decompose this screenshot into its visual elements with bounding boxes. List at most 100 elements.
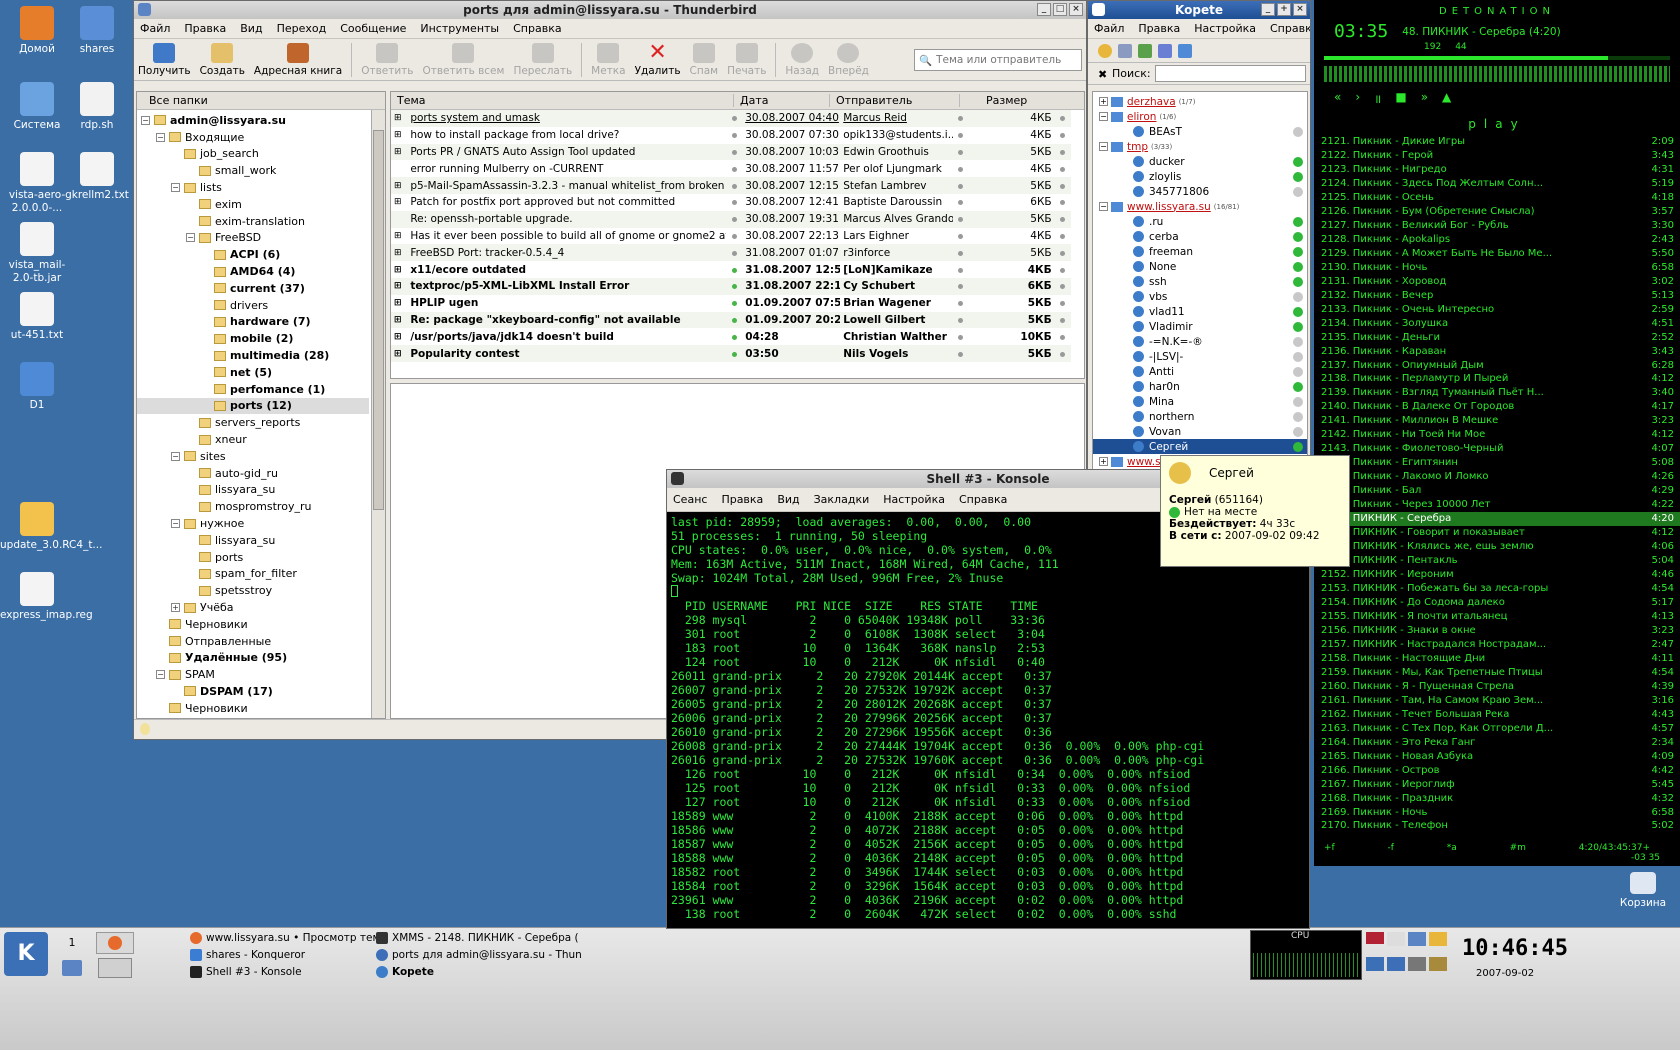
volume-icon[interactable]	[1366, 956, 1384, 971]
us-flag-icon[interactable]	[1366, 932, 1384, 944]
playlist-item[interactable]: 2155. ПИКНИК - Я почти итальянец 4:13	[1314, 610, 1680, 624]
status-icon[interactable]	[1098, 43, 1112, 58]
close-button[interactable]: ×	[1293, 3, 1307, 16]
playlist-item[interactable]: 2153. ПИКНИК - Побежать бы за леса-горы 4…	[1314, 582, 1680, 596]
folder-item[interactable]: spam_for_filter	[137, 566, 369, 583]
folder-item[interactable]: ports	[137, 549, 369, 566]
contact-item[interactable]: ducker	[1093, 154, 1307, 169]
folder-item[interactable]: xneur	[137, 431, 369, 448]
folder-item[interactable]: Черновики	[137, 700, 369, 717]
playlist-item[interactable]: 2165. Пикник - Новая Азбука 4:09	[1314, 750, 1680, 764]
desktop-icon-trash[interactable]: Корзина	[1606, 872, 1680, 910]
network-icon[interactable]	[1158, 43, 1172, 58]
menu-file[interactable]: Файл	[1094, 22, 1124, 35]
folder-item[interactable]: − admin@lissyara.su	[137, 112, 369, 129]
reply-all-button[interactable]: Ответить всем	[422, 43, 504, 77]
reply-button[interactable]: Ответить	[361, 43, 413, 77]
maximize-button[interactable]: +	[1277, 3, 1291, 16]
playlist-item[interactable]: 2142. Пикник - Ни Тоей Ни Мое 4:12	[1314, 428, 1680, 442]
contact-item[interactable]: northern	[1093, 409, 1307, 424]
column-subject[interactable]: Тема	[391, 94, 733, 107]
playlist-item[interactable]: 2159. Пикник - Мы, Как Трепетные Птицы 4:…	[1314, 666, 1680, 680]
clock[interactable]: 10:46:45	[1462, 936, 1568, 961]
folder-item[interactable]: ACPI (6)	[137, 246, 369, 263]
playlist-item[interactable]: 2149. ПИКНИК - Говорит и показывает 4:12	[1314, 526, 1680, 540]
menu-settings[interactable]: Настройка	[883, 493, 945, 506]
desktop-pager[interactable]: 1	[52, 932, 92, 954]
forward-nav-button[interactable]: Вперёд	[828, 43, 869, 77]
expand-icon[interactable]: −	[156, 132, 165, 142]
folder-item[interactable]: − SPAM	[137, 666, 369, 683]
next-button[interactable]: »	[1421, 90, 1428, 107]
contact-item[interactable]: 345771806	[1093, 184, 1307, 199]
table-row[interactable]: ⊞ p5-Mail-SpamAssassin-3.2.3 - manual whi…	[391, 177, 1071, 194]
playlist-item[interactable]: 2135. Пикник - Деньги 2:52	[1314, 331, 1680, 345]
playlist-select-button[interactable]: *a	[1447, 843, 1457, 853]
close-button[interactable]: ×	[1069, 3, 1083, 16]
playlist-item[interactable]: 2163. Пикник - С Тех Пор, Как Отгорели Д…	[1314, 722, 1680, 736]
playlist-item[interactable]: 2162. Пикник - Течет Большая Река 4:43	[1314, 708, 1680, 722]
folder-item[interactable]: Черновики	[137, 616, 369, 633]
menu-view[interactable]: Вид	[240, 22, 262, 35]
get-mail-button[interactable]: Получить	[138, 43, 191, 77]
folder-item[interactable]: auto-gid_ru	[137, 465, 369, 482]
playlist-item[interactable]: 2131. Пикник - Хоровод 3:02	[1314, 275, 1680, 289]
table-row[interactable]: ⊞ /usr/ports/java/jdk14 doesn't build 04:2…	[391, 328, 1071, 346]
junk-button[interactable]: Спам	[690, 43, 718, 77]
prev-button[interactable]: «	[1334, 90, 1341, 107]
menu-bookmarks[interactable]: Закладки	[814, 493, 870, 506]
menu-go[interactable]: Переход	[277, 22, 327, 35]
column-sender[interactable]: Отправитель	[829, 94, 959, 107]
package-tray-icon[interactable]	[1429, 956, 1447, 971]
folder-item[interactable]: DSPAM (17)	[137, 683, 369, 700]
playlist-item[interactable]: 2132. Пикник - Вечер 5:13	[1314, 289, 1680, 303]
playlist-item[interactable]: 2122. Пикник - Герой 3:43	[1314, 149, 1680, 163]
expand-icon[interactable]: +	[1099, 457, 1108, 466]
forward-button[interactable]: Переслать	[513, 43, 572, 77]
folder-item[interactable]: mobile (2)	[137, 330, 369, 347]
playlist-item[interactable]: 2156. ПИКНИК - Знаки в окне 3:23	[1314, 624, 1680, 638]
display-tray-icon[interactable]	[1408, 956, 1426, 971]
task-konqueror[interactable]: shares - Konqueror	[190, 949, 305, 961]
compose-button[interactable]: Создать	[200, 43, 245, 77]
folder-item[interactable]: current (37)	[137, 280, 369, 297]
folder-item[interactable]: drivers	[137, 297, 369, 314]
playlist-item[interactable]: 2134. Пикник - Золушка 4:51	[1314, 317, 1680, 331]
folder-pane-header[interactable]: Все папки	[137, 92, 385, 110]
network-tray-icon[interactable]	[1408, 932, 1426, 946]
menu-edit[interactable]: Правка	[184, 22, 226, 35]
table-row[interactable]: ⊞ textproc/p5-XML-LibXML Install Error 31.…	[391, 277, 1071, 295]
delete-button[interactable]: ✕ Удалить	[635, 42, 681, 78]
menu-message[interactable]: Сообщение	[340, 22, 406, 35]
address-book-button[interactable]: Адресная книга	[254, 43, 342, 77]
desktop-icon-update[interactable]: update_3.0.RC4_t...	[0, 502, 102, 552]
playlist-item[interactable]: 2127. Пикник - Великий Бог - Рубль 3:30	[1314, 219, 1680, 233]
playlist-add-button[interactable]: +f	[1324, 843, 1335, 853]
playlist-item[interactable]: 2137. Пикник - Опиумный Дым 6:28	[1314, 359, 1680, 373]
contact-item[interactable]: Vovan	[1093, 424, 1307, 439]
minimize-button[interactable]: _	[1037, 3, 1051, 16]
table-row[interactable]: ⊞ how to install package from local drive…	[391, 126, 1071, 144]
kopete-tray-icon[interactable]	[1429, 932, 1447, 946]
desktop-icon-express-imap[interactable]: express_imap.reg	[0, 572, 93, 622]
playlist-item[interactable]: 2151. ПИКНИК - Пентакль 5:04	[1314, 554, 1680, 568]
expand-icon[interactable]: −	[1099, 142, 1108, 151]
contact-item[interactable]: vlad11	[1093, 304, 1307, 319]
k-menu-button[interactable]: K	[4, 932, 48, 976]
expand-icon[interactable]: −	[171, 451, 180, 461]
playlist-item[interactable]: 2150. ПИКНИК - Клялись же, ешь землю 4:06	[1314, 540, 1680, 554]
table-row[interactable]: ⊞ Patch for postfix port approved but not…	[391, 193, 1071, 211]
playlist-item[interactable]: 2146. Пикник - Бал 4:29	[1314, 484, 1680, 498]
playlist-misc-button[interactable]: #m	[1510, 843, 1526, 853]
playlist-item[interactable]: 2161. Пикник - Там, На Самом Краю Зем...…	[1314, 694, 1680, 708]
folder-item[interactable]: − sites	[137, 448, 369, 465]
playlist-item[interactable]: 2133. Пикник - Очень Интересно 2:59	[1314, 303, 1680, 317]
contact-item[interactable]: zloylis	[1093, 169, 1307, 184]
folder-item[interactable]: − FreeBSD	[137, 230, 369, 247]
column-size[interactable]: Размер	[959, 94, 1049, 107]
playlist-item[interactable]: 2164. Пикник - Это Река Ганг 2:34	[1314, 736, 1680, 750]
contact-group[interactable]: − tmp (3/33)	[1093, 139, 1307, 154]
task-thunderbird[interactable]: ports для admin@lissyara.su - Thun	[376, 949, 582, 961]
table-row[interactable]: ⊞ Re: package "xkeyboard-config" not avai…	[391, 311, 1071, 329]
maximize-button[interactable]: □	[1053, 3, 1067, 16]
